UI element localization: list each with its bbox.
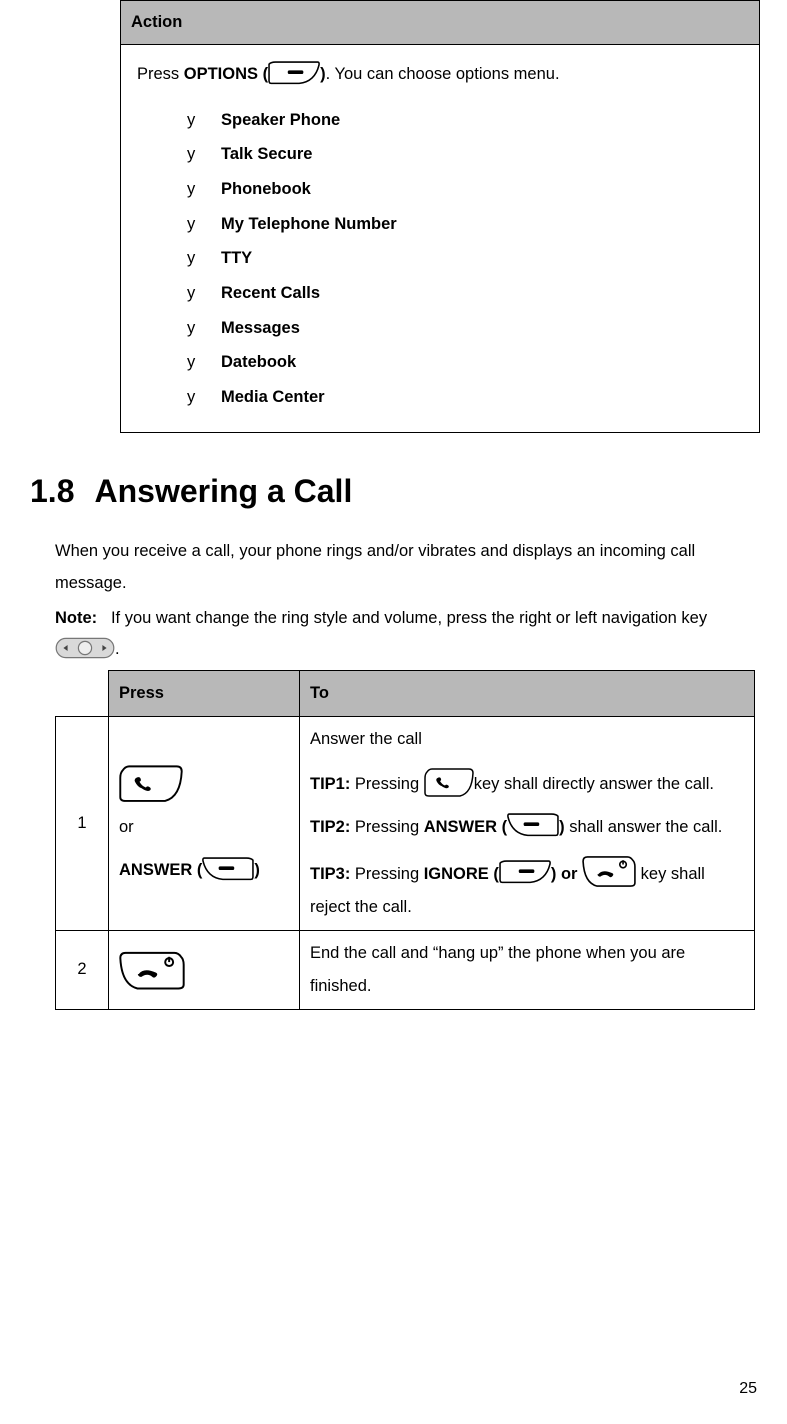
tip3-label: TIP3: [310,865,350,883]
tip3-ign-b: ) or [551,865,582,883]
press-cell [109,930,300,1009]
tip3-ign-a: IGNORE ( [424,865,499,883]
to-cell: End the call and “hang up” the phone whe… [300,930,755,1009]
option-item: Datebook [187,345,743,380]
right-softkey-icon [499,860,551,884]
action-table: Action Press OPTIONS (). You can choose … [120,0,760,433]
tip2-ans-a: ANSWER ( [424,818,507,836]
row-num: 1 [56,716,109,930]
option-item: Talk Secure [187,137,743,172]
section-heading: 1.8 Answering a Call [30,461,757,522]
page-number: 25 [739,1374,757,1404]
answer-label-b: ) [254,861,260,879]
option-item: Media Center [187,380,743,415]
tip2-c: shall answer the call. [565,818,723,836]
right-softkey-icon [268,61,320,85]
or-text: or [119,818,134,836]
tip1-label: TIP1: [310,775,350,793]
end-key-icon [582,854,636,888]
blank-header [56,670,109,716]
option-item: Speaker Phone [187,103,743,138]
press-cell: or ANSWER () [109,716,300,930]
section-title: Answering a Call [94,461,352,522]
answer-label-a: ANSWER ( [119,861,202,879]
end-key-icon [119,950,185,990]
to-header: To [300,670,755,716]
send-key-icon [424,766,474,798]
press-to-table: Press To 1 or ANSWER () Answer the call … [55,670,755,1010]
tip3-a: Pressing [350,865,423,883]
table-row: 2 End the call and “hang up” the phone w… [56,930,755,1009]
option-item: TTY [187,241,743,276]
action-header: Action [121,1,760,45]
options-label: OPTIONS ( [184,65,268,83]
intro-paragraph: When you receive a call, your phone ring… [55,536,747,599]
options-list: Speaker Phone Talk Secure Phonebook My T… [137,103,743,415]
left-softkey-icon [507,813,559,837]
note-text-b: . [115,640,120,658]
option-item: Recent Calls [187,276,743,311]
tip1-b: key shall directly answer the call. [474,775,714,793]
to-cell: Answer the call TIP1: Pressing key shall… [300,716,755,930]
send-key-icon [119,763,183,803]
left-softkey-icon [202,857,254,881]
navigation-key-icon [55,637,115,659]
option-item: Messages [187,311,743,346]
section-number: 1.8 [30,461,74,522]
note-paragraph: Note: If you want change the ring style … [55,603,747,666]
press-text: Press [137,65,184,83]
row-num: 2 [56,930,109,1009]
press-suffix: . You can choose options menu. [326,65,560,83]
press-header: Press [109,670,300,716]
note-label: Note: [55,609,97,627]
action-cell: Press OPTIONS (). You can choose options… [121,45,760,433]
option-item: Phonebook [187,172,743,207]
table-row: 1 or ANSWER () Answer the call TIP1: Pre… [56,716,755,930]
tip1-a: Pressing [350,775,423,793]
answer-call-text: Answer the call [310,723,744,756]
option-item: My Telephone Number [187,207,743,242]
note-text-a: If you want change the ring style and vo… [111,609,707,627]
tip2-label: TIP2: [310,818,350,836]
tip2-a: Pressing [350,818,423,836]
